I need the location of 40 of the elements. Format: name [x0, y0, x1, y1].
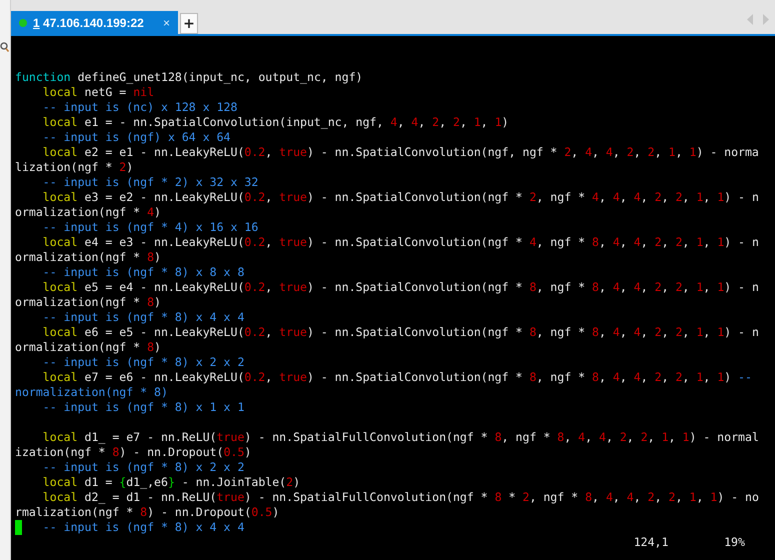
code-line: local d1 = {d1_,e6} - nn.JoinTable(2) — [42, 475, 300, 490]
code-line: -- input is (ngf * 8) x 4 x 4 — [42, 310, 244, 325]
code-line: ization(ngf * 8) - nn.Dropout(0.5) — [15, 445, 252, 460]
cursor-position: 124,1 — [634, 535, 670, 550]
code-line: lization(ngf * 2) — [15, 160, 134, 175]
code-line: -- input is (ngf) x 64 x 64 — [42, 130, 231, 145]
terminal-screen[interactable] — [11, 36, 775, 560]
code-line: local d2_ = d1 - nn.ReLU(true) - nn.SpatialFullConvolution(ngf * 8 * 2, ngf * 8, 4, 4, 2, 2, 1, 1) - no — [42, 490, 759, 505]
search-icon[interactable] — [0, 42, 9, 52]
code-line: -- input is (nc) x 128 x 128 — [42, 100, 238, 115]
code-line: ormalization(ngf * 8) — [15, 340, 161, 355]
session-tab[interactable]: 1 47.106.140.199:22 × — [11, 11, 178, 34]
code-line: local e5 = e4 - nn.LeakyReLU(0.2, true) - nn.SpatialConvolution(ngf * 8, ngf * 8, 4, 4, 2, 2, 1, 1) - n — [42, 280, 759, 295]
code-line: ormalization(ngf * 4) — [15, 205, 161, 220]
scroll-percent: 19% — [724, 535, 746, 550]
code-line: -- input is (ngf * 8) x 8 x 8 — [42, 265, 244, 280]
close-button[interactable]: × — [162, 16, 170, 30]
code-line: local e6 = e5 - nn.LeakyReLU(0.2, true) - nn.SpatialConvolution(ngf * 8, ngf * 8, 4, 4, 2, 2, 1, 1) - n — [42, 325, 759, 340]
code-line: local d1_ = e7 - nn.ReLU(true) - nn.SpatialFullConvolution(ngf * 8, ngf * 8, 4, 4, 2, 2, 1, 1) - normal — [42, 430, 759, 445]
code-line: local e1 = - nn.SpatialConvolution(input_nc, ngf, 4, 4, 2, 2, 1, 1) — [42, 115, 509, 130]
code-line: local e3 = e2 - nn.LeakyReLU(0.2, true) - nn.SpatialConvolution(ngf * 2, ngf * 4, 4, 4, 2, 2, 1, 1) - n — [42, 190, 759, 205]
text-cursor — [15, 520, 22, 535]
code-line: -- input is (ngf * 8) x 2 x 2 — [42, 460, 244, 475]
code-line: ormalization(ngf * 8) — [15, 295, 161, 310]
code-line: rmalization(ngf * 8) - nn.Dropout(0.5) — [15, 505, 280, 520]
code-line: normalization(ngf * 8) — [15, 385, 168, 400]
code-line: local netG = nil — [42, 85, 154, 100]
code-line: local e2 = e1 - nn.LeakyReLU(0.2, true) - nn.SpatialConvolution(ngf, ngf * 2, 4, 4, 2, 2, 1, 1) - norma — [42, 145, 759, 160]
code-line: local e4 = e3 - nn.LeakyReLU(0.2, true) - nn.SpatialConvolution(ngf * 4, ngf * 8, 4, 4, 2, 2, 1, 1) - n — [42, 235, 759, 250]
code-line: ormalization(ngf * 8) — [15, 250, 161, 265]
code-line: local e7 = e6 - nn.LeakyReLU(0.2, true) - nn.SpatialConvolution(ngf * 8, ngf * 8, 4, 4, 2, 2, 1, 1) -- — [42, 370, 752, 385]
status-dot-icon — [19, 18, 27, 26]
tab-title: 1 47.106.140.199:22 — [33, 16, 144, 30]
code-line: -- input is (ngf * 8) x 2 x 2 — [42, 355, 244, 370]
code-line: -- input is (ngf * 2) x 32 x 32 — [42, 175, 258, 190]
code-line: -- input is (ngf * 8) x 4 x 4 — [42, 520, 244, 535]
code-line: -- input is (ngf * 4) x 16 x 16 — [42, 220, 258, 235]
new-tab-button[interactable]: + — [180, 13, 198, 34]
code-line: function defineG_unet128(input_nc, output_nc, ngf) — [15, 70, 363, 85]
code-line: -- input is (ngf * 8) x 1 x 1 — [42, 400, 244, 415]
